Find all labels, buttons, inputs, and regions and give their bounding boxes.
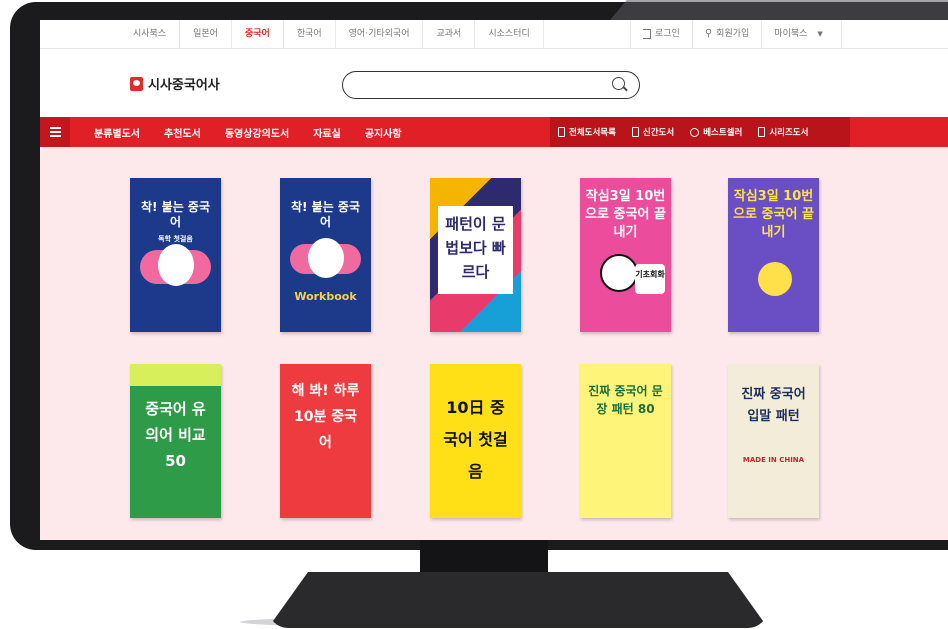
book-subtitle: MADE IN CHINA	[742, 456, 805, 464]
book-cover-7[interactable]: 해 봐! 하루 10분 중국어	[280, 364, 371, 518]
monitor-base	[268, 572, 768, 628]
book-title: 진짜 중국어 입말 패턴	[741, 387, 806, 424]
bookmark-icon	[631, 127, 639, 137]
book-character	[758, 262, 792, 296]
login-label: 로그인	[655, 29, 680, 39]
book-subtitle: Workbook	[294, 290, 357, 303]
book-title: 10日 중국어 첫걸음	[443, 398, 508, 481]
top-bar: 시사북스 일본어 중국어 한국어 영어·기타외국어 교과서 시소스터디 로그인 …	[40, 20, 948, 49]
chevron-down-icon: ▼	[817, 30, 823, 38]
nav-bestseller[interactable]: 베스트셀러	[682, 126, 750, 138]
book-cover-10[interactable]: 진짜 중국어 입말 패턴 MADE IN CHINA	[728, 364, 819, 518]
browser-screen: 시사북스 일본어 중국어 한국어 영어·기타외국어 교과서 시소스터디 로그인 …	[40, 20, 948, 540]
monitor-frame: 시사북스 일본어 중국어 한국어 영어·기타외국어 교과서 시소스터디 로그인 …	[10, 0, 948, 550]
logo-text: 시사중국어사	[148, 78, 220, 93]
nav-links: 분류별도서 추천도서 동영상강의도서 자료실 공지사항	[82, 117, 414, 147]
user-plus-icon: ⚲	[704, 28, 713, 39]
book-cover-1[interactable]: 착! 붙는 중국어 독학 첫걸음	[130, 178, 221, 332]
book-title: 착! 붙는 중국어	[140, 200, 211, 229]
tab-sisostudy[interactable]: 시소스터디	[475, 20, 544, 48]
search-input[interactable]	[342, 71, 640, 99]
nav-video-lecture[interactable]: 동영상강의도서	[213, 125, 301, 140]
book-top-band	[130, 364, 221, 386]
book-title: 착! 붙는 중국어	[290, 200, 361, 229]
book-illustration	[308, 238, 344, 278]
book-cover-5[interactable]: 작심3일 10번으로 중국어 끝내기	[728, 178, 819, 332]
nav-series[interactable]: 시리즈도서	[750, 126, 816, 138]
nav-resources[interactable]: 자료실	[301, 125, 353, 140]
site-logo[interactable]: 시사중국어사	[130, 74, 220, 93]
book-title: 작심3일 10번으로 중국어 끝내기	[585, 189, 666, 240]
login-link[interactable]: 로그인	[630, 20, 692, 48]
tab-english[interactable]: 영어·기타외국어	[336, 20, 424, 48]
mybooks-label: 마이북스	[774, 29, 808, 39]
tab-textbook[interactable]: 교과서	[423, 20, 476, 48]
book-character	[600, 254, 638, 292]
tab-japanese[interactable]: 일본어	[180, 20, 232, 48]
signup-label: 회원가입	[716, 29, 750, 39]
book-title: 진짜 중국어 문장 패턴 80	[588, 384, 663, 416]
tab-korean[interactable]: 한국어	[284, 20, 336, 48]
book-cover-3[interactable]: 패턴이 문법보다 빠르다	[430, 178, 521, 332]
book-cover-6[interactable]: 중국어 유의어 비교 50	[130, 364, 221, 518]
book-title: 작심3일 10번으로 중국어 끝내기	[733, 189, 814, 240]
hamburger-menu-icon[interactable]	[40, 117, 70, 147]
signup-link[interactable]: ⚲ 회원가입	[691, 20, 761, 48]
book-cover-9[interactable]: 진짜 중국어 문장 패턴 80	[580, 364, 671, 518]
nav-notices[interactable]: 공지사항	[353, 125, 414, 140]
tab-sisabooks[interactable]: 시사북스	[120, 20, 181, 48]
language-tabs: 시사북스 일본어 중국어 한국어 영어·기타외국어 교과서 시소스터디	[120, 20, 544, 48]
nav-all-books[interactable]: 전체도서목록	[550, 126, 624, 138]
nav-category-books[interactable]: 분류별도서	[82, 125, 152, 140]
book-cover-2[interactable]: 착! 붙는 중국어 Workbook	[280, 178, 371, 332]
nav-all-books-label: 전체도서목록	[569, 128, 616, 138]
login-icon	[643, 29, 651, 39]
site-header: 시사중국어사	[40, 49, 948, 117]
book-subtitle: 독학 첫걸음	[158, 235, 193, 243]
book-shelf-row-1: 착! 붙는 중국어 독학 첫걸음 착! 붙는 중국어 Workbook 패턴이 …	[40, 156, 948, 338]
nav-new-books-label: 신간도서	[642, 128, 675, 138]
book-subtitle: 기초회화	[635, 270, 665, 279]
main-nav: 분류별도서 추천도서 동영상강의도서 자료실 공지사항 전체도서목록 신간도서 …	[40, 117, 948, 147]
nav-bestseller-label: 베스트셀러	[703, 128, 743, 138]
book-cover-8[interactable]: 10日 중국어 첫걸음	[430, 364, 521, 518]
book-title: 패턴이 문법보다 빠르다	[445, 215, 506, 281]
book-illustration	[158, 244, 194, 286]
nav-new-books[interactable]: 신간도서	[624, 126, 682, 138]
logo-icon	[130, 76, 143, 91]
mybooks-dropdown[interactable]: 마이북스 ▼	[761, 20, 842, 48]
list-icon	[558, 127, 565, 137]
books-icon	[758, 127, 766, 137]
nav-book-lists: 전체도서목록 신간도서 베스트셀러 시리즈도서	[550, 117, 850, 147]
book-title: 중국어 유의어 비교 50	[145, 400, 206, 470]
medal-icon	[690, 127, 700, 137]
book-shelf-row-2: 중국어 유의어 비교 50 해 봐! 하루 10분 중국어 10日 중국어 첫걸…	[40, 342, 948, 524]
nav-series-label: 시리즈도서	[769, 128, 809, 138]
search-icon[interactable]	[612, 77, 625, 90]
tab-chinese[interactable]: 중국어	[232, 20, 284, 48]
book-title: 해 봐! 하루 10분 중국어	[291, 383, 360, 451]
nav-recommended[interactable]: 추천도서	[152, 125, 213, 140]
book-cover-4[interactable]: 작심3일 10번으로 중국어 끝내기 기초회화	[580, 178, 671, 332]
user-menu: 로그인 ⚲ 회원가입 마이북스 ▼	[630, 20, 842, 48]
